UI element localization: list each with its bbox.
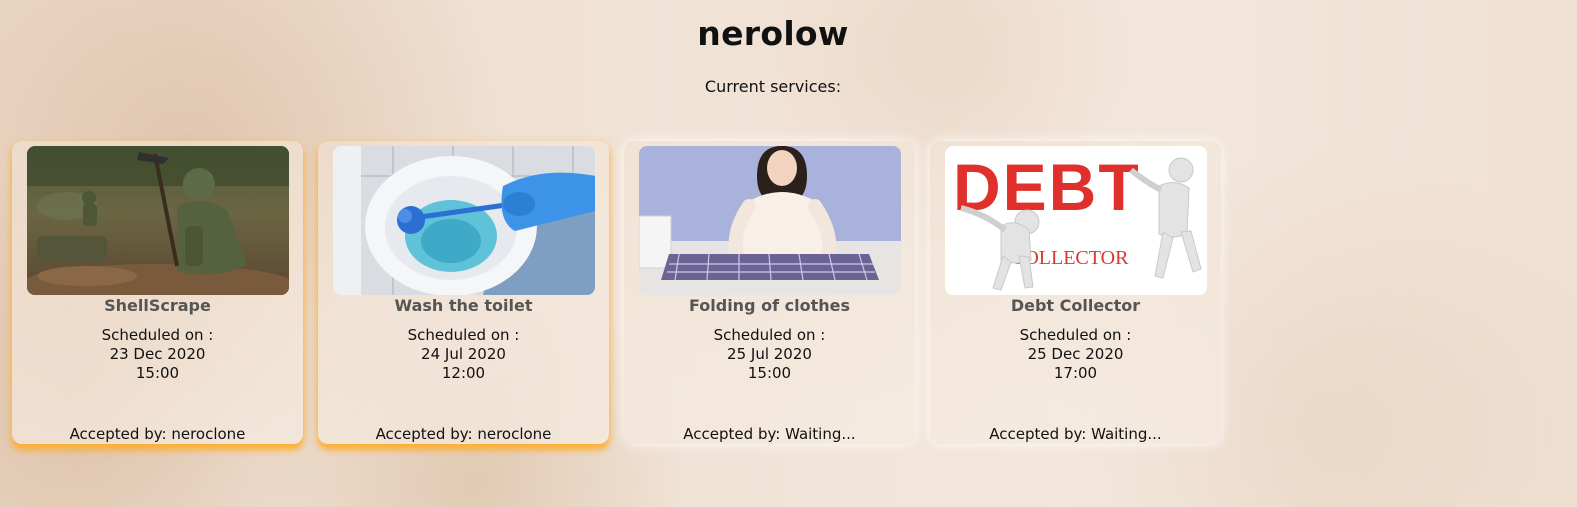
service-card-list: ShellScrape Scheduled on : 23 Dec 2020 1… [12, 141, 1221, 444]
schedule-info: Scheduled on : 23 Dec 2020 15:00 [12, 326, 303, 383]
scheduled-label: Scheduled on : [101, 326, 214, 344]
soldier-digging-image [27, 146, 289, 295]
scheduled-time: 12:00 [441, 364, 486, 382]
current-services-label: Current services: [704, 77, 842, 96]
service-title: Debt Collector [1010, 296, 1141, 315]
accepted-by-text: Accepted by: neroclone [69, 425, 246, 443]
scheduled-date: 23 Dec 2020 [109, 345, 206, 363]
scheduled-label: Scheduled on : [407, 326, 520, 344]
service-card-folding-clothes[interactable]: Folding of clothes Scheduled on : 25 Jul… [624, 141, 915, 444]
schedule-info: Scheduled on : 25 Jul 2020 15:00 [624, 326, 915, 383]
scheduled-date: 25 Dec 2020 [1027, 345, 1124, 363]
schedule-info: Scheduled on : 24 Jul 2020 12:00 [318, 326, 609, 383]
accepted-by-text: Accepted by: neroclone [375, 425, 552, 443]
folding-clothes-image [639, 146, 901, 295]
service-card-shellscrape[interactable]: ShellScrape Scheduled on : 23 Dec 2020 1… [12, 141, 303, 444]
scheduled-time: 15:00 [135, 364, 180, 382]
toilet-brush-image [333, 146, 595, 295]
scheduled-time: 15:00 [747, 364, 792, 382]
service-card-debt-collector[interactable]: DEBT COLLECTOR Debt Collector Scheduled … [930, 141, 1221, 444]
schedule-info: Scheduled on : 25 Dec 2020 17:00 [930, 326, 1221, 383]
username-heading: nerolow [697, 14, 849, 53]
scheduled-date: 24 Jul 2020 [421, 345, 506, 363]
accepted-by-text: Accepted by: Waiting... [989, 425, 1162, 443]
scheduled-time: 17:00 [1053, 364, 1098, 382]
service-title: Wash the toilet [394, 296, 533, 315]
service-title: Folding of clothes [688, 296, 850, 315]
scheduled-label: Scheduled on : [713, 326, 826, 344]
scheduled-label: Scheduled on : [1019, 326, 1132, 344]
scheduled-date: 25 Jul 2020 [727, 345, 812, 363]
accepted-by-text: Accepted by: Waiting... [683, 425, 856, 443]
debt-collector-image: DEBT COLLECTOR [945, 146, 1207, 295]
service-card-wash-toilet[interactable]: Wash the toilet Scheduled on : 24 Jul 20… [318, 141, 609, 444]
service-title: ShellScrape [104, 296, 211, 315]
